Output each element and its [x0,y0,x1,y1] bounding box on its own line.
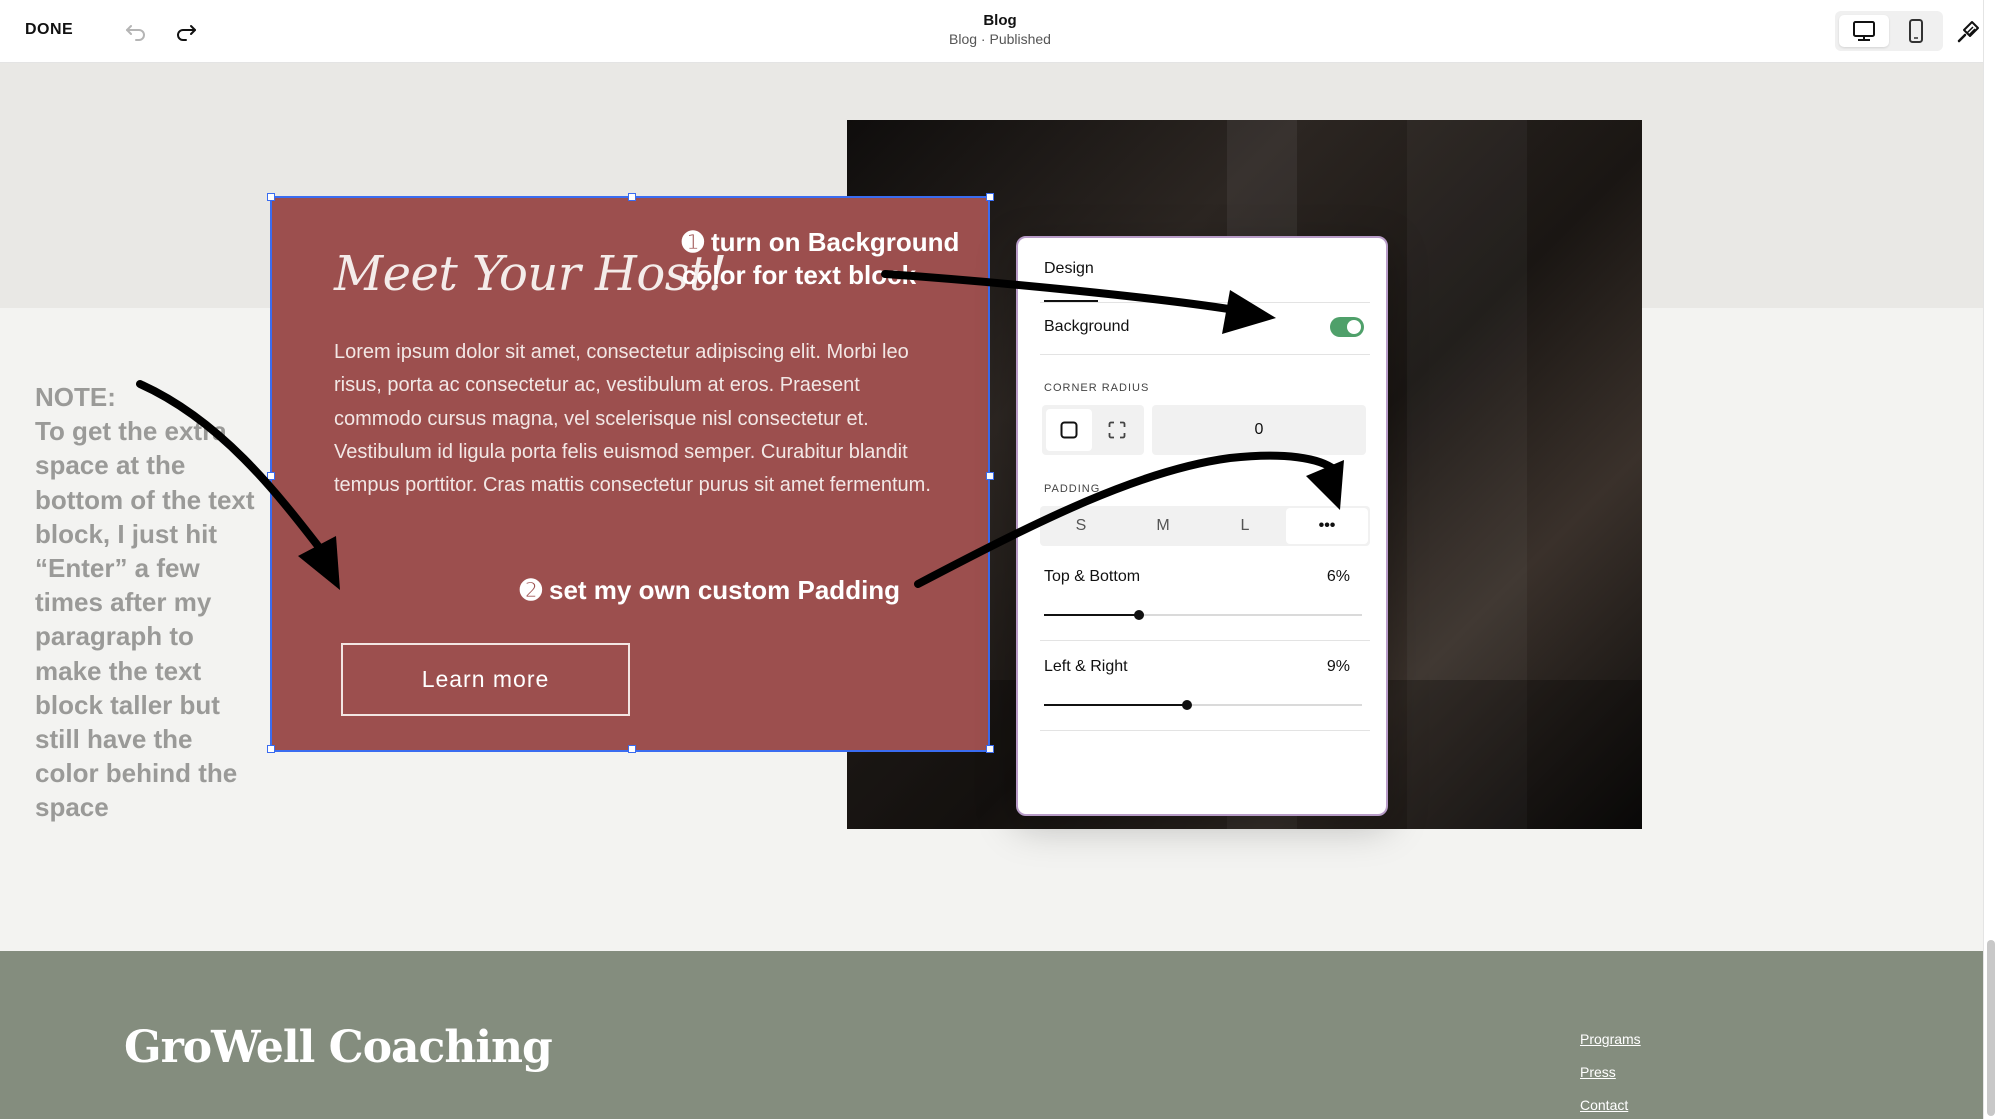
slider-fill [1044,704,1188,706]
block-paragraph: Lorem ipsum dolor sit amet, consectetur … [334,341,931,497]
annotation-step-2: ➋ set my own custom Padding [520,575,901,605]
panel-divider [1040,640,1370,641]
slider-knob[interactable] [1182,700,1193,710]
square-corner-icon [1060,421,1078,439]
padding-option-m[interactable]: M [1122,506,1204,546]
toggle-knob [1347,320,1361,334]
corner-radius-label: CORNER RADIUS [1044,382,1150,394]
footer-link-contact[interactable]: Contact [1580,1097,1628,1113]
annotation-step-1-line1: ➊ turn on Background [682,227,960,257]
editor-toolbar: DONE Blog Blog · Published [0,0,1983,63]
slider-knob[interactable] [1134,610,1145,620]
corner-radius-mode [1042,405,1144,455]
panel-divider [1040,354,1370,355]
individual-corners-icon [1108,421,1126,439]
device-view-toggle [1835,11,1943,51]
mobile-view-button[interactable] [1891,15,1941,47]
page-status: Blog · Published [949,31,1051,47]
resize-handle-top-left[interactable] [267,193,275,201]
left-right-label: Left & Right [1044,658,1128,675]
mobile-icon [1909,19,1923,43]
padding-option-custom[interactable]: ••• [1286,508,1368,544]
footer-link-programs[interactable]: Programs [1580,1031,1641,1047]
left-right-slider[interactable] [1044,700,1362,710]
padding-label: PADDING [1044,483,1101,495]
corner-radius-input[interactable]: 0 [1152,405,1366,455]
slider-fill [1044,614,1140,616]
resize-handle-right[interactable] [986,472,994,480]
left-right-value: 9% [1326,658,1350,675]
annotation-note: NOTE: To get the extra space at the bott… [35,380,255,825]
resize-handle-bottom-right[interactable] [986,745,994,753]
background-label: Background [1044,318,1130,335]
desktop-icon [1853,21,1875,41]
panel-divider [1040,302,1370,303]
footer-logo[interactable]: GroWell Coaching [124,1022,553,1073]
top-bottom-value: 6% [1326,568,1350,585]
annotation-step-1: ➊ turn on Background color for text bloc… [682,226,959,292]
resize-handle-top[interactable] [628,193,636,201]
design-panel: Design Background CORNER RADIUS 0 PADDIN… [1016,236,1388,816]
resize-handle-bottom-left[interactable] [267,745,275,753]
top-bottom-slider[interactable] [1044,610,1362,620]
resize-handle-bottom[interactable] [628,745,636,753]
background-toggle[interactable] [1330,317,1364,337]
desktop-view-button[interactable] [1839,15,1889,47]
radius-all-corners-button[interactable] [1046,409,1092,451]
panel-divider [1040,730,1370,731]
radius-individual-corners-button[interactable] [1094,409,1140,451]
padding-preset-selector: S M L ••• [1040,506,1370,546]
resize-handle-top-right[interactable] [986,193,994,201]
block-heading: Meet Your Host! [334,246,727,302]
scrollbar-thumb[interactable] [1987,940,1995,1116]
learn-more-button[interactable]: Learn more [341,643,630,716]
padding-option-s[interactable]: S [1040,506,1122,546]
footer-link-press[interactable]: Press [1580,1064,1616,1080]
annotation-step-1-line2: color for text block [682,260,917,290]
top-bottom-label: Top & Bottom [1044,568,1141,585]
site-styles-icon[interactable] [1953,17,1983,47]
note-title: NOTE: [35,382,116,412]
page-title: Blog [983,12,1017,29]
design-tab[interactable]: Design [1044,260,1094,278]
resize-handle-left[interactable] [267,472,275,480]
padding-option-l[interactable]: L [1204,506,1286,546]
note-body: To get the extra space at the bottom of … [35,416,255,823]
